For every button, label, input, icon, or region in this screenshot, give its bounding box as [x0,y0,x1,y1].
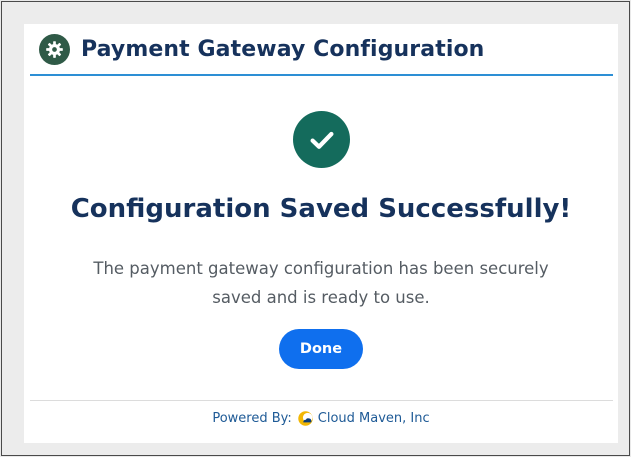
cloud-maven-logo-icon [297,410,314,427]
footer-divider [30,400,613,401]
confirmation-card: Payment Gateway Configuration Configurat… [24,24,618,443]
success-message: The payment gateway configuration has be… [93,259,549,307]
footer: Powered By: Cloud Maven, Inc [24,410,618,427]
card-header: Payment Gateway Configuration [30,24,613,76]
powered-by-label: Powered By: [212,411,292,426]
brand-name[interactable]: Cloud Maven, Inc [318,411,430,426]
done-button[interactable]: Done [279,329,363,369]
page-title: Payment Gateway Configuration [81,36,485,62]
gear-icon [39,33,70,65]
check-circle-icon [293,111,350,168]
success-heading: Configuration Saved Successfully! [70,194,572,224]
window-frame: Payment Gateway Configuration Configurat… [1,1,630,456]
